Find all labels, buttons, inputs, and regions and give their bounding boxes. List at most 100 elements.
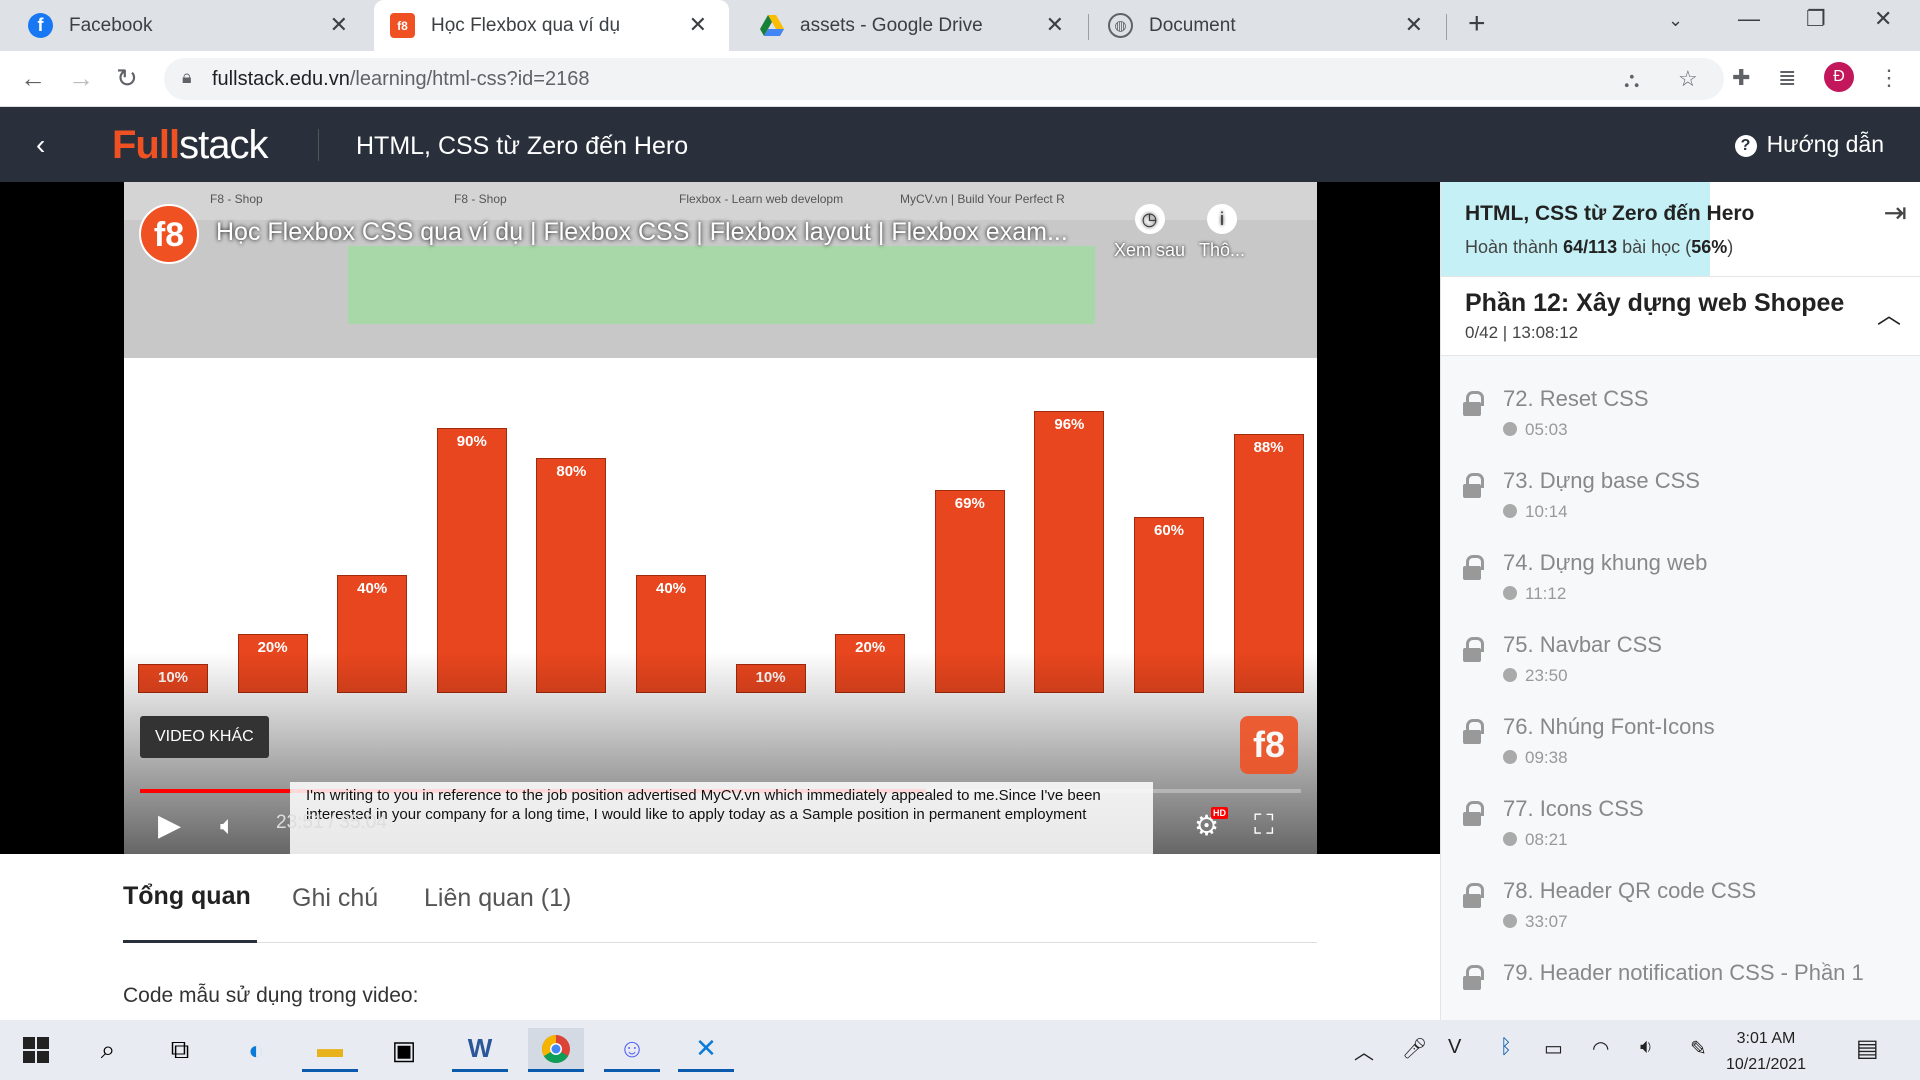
browser-tab-facebook[interactable]: f Facebook ✕ bbox=[0, 0, 370, 51]
show-hidden-icons-chevron[interactable]: ︿ bbox=[1354, 1036, 1374, 1065]
browser-tab-document[interactable]: ◍ Document ✕ bbox=[1090, 0, 1445, 51]
watch-later-button[interactable]: ◷ Xem sau bbox=[1114, 204, 1185, 261]
close-icon[interactable]: ✕ bbox=[330, 12, 348, 38]
chevron-up-icon[interactable]: ︿ bbox=[1877, 295, 1901, 330]
media-control-icon[interactable]: ≣ bbox=[1778, 65, 1796, 91]
facebook-icon: f bbox=[28, 13, 53, 38]
fullstack-logo[interactable]: Fullstack bbox=[112, 123, 268, 168]
reload-icon[interactable]: ↻ bbox=[116, 63, 138, 94]
lock-icon: 🔒︎ bbox=[182, 67, 192, 87]
bluetooth-icon[interactable]: ᛒ bbox=[1500, 1036, 1512, 1059]
store-icon[interactable]: ▣ bbox=[376, 1028, 432, 1072]
tab-title: Document bbox=[1149, 14, 1236, 36]
back-arrow-icon[interactable]: ← bbox=[20, 63, 46, 94]
url-text: fullstack.edu.vn/learning/html-css?id=21… bbox=[212, 68, 590, 90]
tab-notes[interactable]: Ghi chú bbox=[292, 884, 378, 913]
close-icon[interactable]: ✕ bbox=[1405, 12, 1423, 38]
lock-icon bbox=[1463, 719, 1484, 744]
new-tab-button[interactable]: + bbox=[1468, 7, 1486, 41]
wifi-icon[interactable]: ◠ bbox=[1592, 1036, 1609, 1061]
play-circle-icon bbox=[1503, 668, 1517, 682]
video-time: 23:51 / 35:04 bbox=[276, 812, 387, 833]
edge-browser-icon[interactable]: ◐ bbox=[228, 1028, 284, 1072]
info-icon: i bbox=[1207, 204, 1238, 234]
lesson-item[interactable]: 78. Header QR code CSS 33:07 bbox=[1441, 866, 1920, 948]
lesson-title: 76. Nhúng Font-Icons bbox=[1503, 714, 1715, 739]
video-title[interactable]: Học Flexbox CSS qua ví dụ | Flexbox CSS … bbox=[216, 218, 1068, 247]
lesson-item[interactable]: 77. Icons CSS 08:21 bbox=[1441, 784, 1920, 866]
clock-icon: ◷ bbox=[1134, 204, 1165, 234]
play-icon[interactable]: ▶ bbox=[158, 808, 181, 843]
volume-icon[interactable]: 🔈︎ bbox=[220, 810, 236, 842]
chevron-left-icon[interactable]: ‹ bbox=[36, 129, 45, 161]
bar-label: 40% bbox=[357, 580, 388, 598]
translate-icon[interactable]: ⛬ bbox=[1624, 67, 1639, 93]
address-bar[interactable]: 🔒︎ fullstack.edu.vn/learning/html-css?id… bbox=[164, 58, 1724, 100]
extensions-icon[interactable]: ✚ bbox=[1732, 65, 1750, 91]
tab-search-icon[interactable]: ⌄ bbox=[1668, 10, 1683, 31]
discord-icon[interactable]: ☺ bbox=[604, 1028, 660, 1072]
pen-icon[interactable]: ✎ bbox=[1690, 1036, 1707, 1061]
minimize-button[interactable]: — bbox=[1738, 6, 1760, 32]
forward-arrow-icon[interactable]: → bbox=[68, 63, 94, 94]
section-header[interactable]: Phần 12: Xây dựng web Shopee 0/42 | 13:0… bbox=[1441, 276, 1920, 356]
google-drive-icon bbox=[759, 13, 784, 38]
lesson-item[interactable]: 72. Reset CSS 05:03 bbox=[1441, 374, 1920, 456]
notifications-icon[interactable]: ▤ bbox=[1856, 1034, 1879, 1063]
windows-start-icon[interactable] bbox=[8, 1028, 64, 1072]
microphone-icon[interactable]: 🎤︎ bbox=[1402, 1036, 1427, 1061]
close-window-button[interactable]: ✕ bbox=[1874, 6, 1892, 32]
task-view-icon[interactable]: ⧉ bbox=[152, 1028, 208, 1072]
section-title: Phần 12: Xây dựng web Shopee bbox=[1465, 289, 1845, 317]
lesson-item[interactable]: 73. Dựng base CSS 10:14 bbox=[1441, 456, 1920, 538]
lesson-duration: 09:38 bbox=[1503, 748, 1568, 768]
profile-avatar[interactable]: Đ bbox=[1824, 62, 1854, 92]
play-circle-icon bbox=[1503, 422, 1517, 436]
taskbar-clock[interactable]: 3:01 AM 10/21/2021 bbox=[1716, 1026, 1816, 1078]
collapse-sidebar-icon[interactable]: ⇥ bbox=[1884, 196, 1907, 229]
bar-label: 80% bbox=[556, 462, 587, 480]
app-header: ‹ Fullstack HTML, CSS từ Zero đến Hero ?… bbox=[0, 107, 1920, 182]
tab-overview[interactable]: Tổng quan bbox=[123, 882, 251, 911]
other-videos-button[interactable]: VIDEO KHÁC bbox=[140, 716, 269, 758]
video-player[interactable]: F8 - Shop F8 - Shop Flexbox - Learn web … bbox=[124, 182, 1317, 854]
tab-related[interactable]: Liên quan (1) bbox=[424, 884, 571, 913]
tab-title: Facebook bbox=[69, 14, 153, 36]
lesson-item[interactable]: 74. Dựng khung web 11:12 bbox=[1441, 538, 1920, 620]
vscode-icon[interactable]: ✕ bbox=[678, 1028, 734, 1072]
close-icon[interactable]: ✕ bbox=[689, 12, 707, 38]
course-title: HTML, CSS từ Zero đến Hero bbox=[356, 132, 689, 160]
file-explorer-icon[interactable]: ▬ bbox=[302, 1028, 358, 1072]
word-icon[interactable]: W bbox=[452, 1028, 508, 1072]
course-progress-text: Hoàn thành 64/113 bài học (56%) bbox=[1465, 237, 1734, 257]
lock-icon bbox=[1463, 883, 1484, 908]
help-guide-button[interactable]: ? Hướng dẫn bbox=[1734, 131, 1884, 158]
search-icon[interactable]: ⌕ bbox=[80, 1028, 136, 1072]
lock-icon bbox=[1463, 637, 1484, 662]
inner-tab: MyCV.vn | Build Your Perfect R bbox=[900, 192, 1065, 206]
lesson-item[interactable]: 76. Nhúng Font-Icons 09:38 bbox=[1441, 702, 1920, 784]
fullscreen-icon[interactable]: ⛶ bbox=[1254, 809, 1274, 842]
browser-tab-strip: f Facebook ✕ f8 Học Flexbox qua ví dụ ✕ … bbox=[0, 0, 1920, 51]
vpn-icon[interactable]: V bbox=[1448, 1036, 1461, 1059]
restore-button[interactable]: ❐ bbox=[1806, 6, 1826, 32]
close-icon[interactable]: ✕ bbox=[1046, 12, 1064, 38]
battery-icon[interactable]: ▭ bbox=[1544, 1036, 1563, 1061]
inner-tab: F8 - Shop bbox=[454, 192, 507, 206]
lesson-item[interactable]: 75. Navbar CSS 23:50 bbox=[1441, 620, 1920, 702]
more-menu-icon[interactable]: ⋮ bbox=[1878, 65, 1900, 91]
channel-avatar[interactable]: f8 bbox=[139, 204, 199, 264]
browser-tab-google-drive[interactable]: assets - Google Drive ✕ bbox=[731, 0, 1086, 51]
inner-tab: F8 - Shop bbox=[210, 192, 263, 206]
lesson-item[interactable]: 79. Header notification CSS - Phần 1 bbox=[1441, 948, 1920, 1020]
globe-icon: ◍ bbox=[1108, 13, 1133, 38]
share-button[interactable]: i Thô... bbox=[1199, 204, 1245, 261]
lesson-sidebar: HTML, CSS từ Zero đến Hero Hoàn thành 64… bbox=[1440, 182, 1920, 1020]
lock-icon bbox=[1463, 473, 1484, 498]
lock-icon bbox=[1463, 801, 1484, 826]
browser-tab-flexbox[interactable]: f8 Học Flexbox qua ví dụ ✕ bbox=[374, 0, 729, 51]
bookmark-star-icon[interactable]: ☆ bbox=[1678, 66, 1698, 92]
lesson-duration: 10:14 bbox=[1503, 502, 1568, 522]
speaker-icon[interactable]: 🔉︎ bbox=[1640, 1036, 1653, 1059]
chrome-icon[interactable] bbox=[528, 1028, 584, 1072]
